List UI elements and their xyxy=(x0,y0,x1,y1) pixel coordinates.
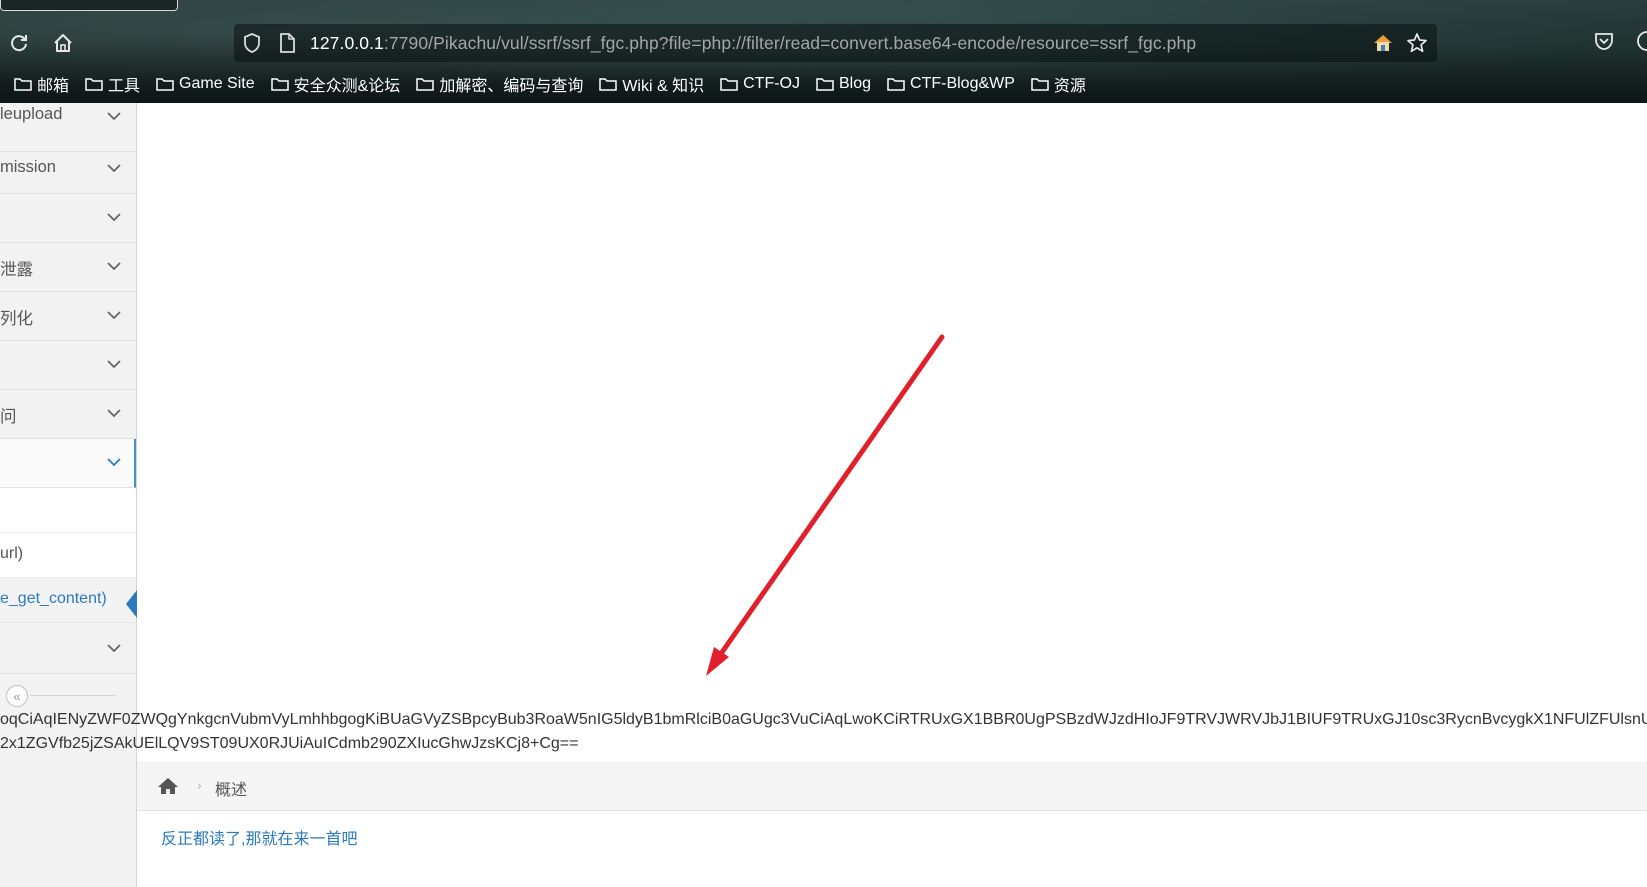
browser-chrome: 127.0.0.1:7790/Pikachu/vul/ssrf/ssrf_fgc… xyxy=(0,0,1647,103)
sidebar-item[interactable] xyxy=(0,194,136,243)
folder-icon xyxy=(816,78,834,91)
active-pointer xyxy=(126,590,137,618)
bookmark-folder[interactable]: CTF-OJ xyxy=(720,75,800,93)
chevron-down-icon xyxy=(107,360,121,369)
bookmark-label: CTF-Blog&WP xyxy=(910,75,1015,92)
breadcrumb-current[interactable]: 概述 xyxy=(215,776,247,800)
bookmark-folder[interactable]: Wiki & 知识 xyxy=(599,72,704,96)
sidebar-item-unserialize[interactable]: 列化 xyxy=(0,292,136,341)
bookmark-label: Game Site xyxy=(179,75,255,92)
url-host: 127.0.0.1 xyxy=(310,33,384,53)
chevron-right-icon: › xyxy=(197,777,202,793)
sidebar-item-info-leak[interactable]: 泄露 xyxy=(0,243,136,292)
bookmarks-bar: 邮箱 工具 Game Site 安全众测&论坛 加解密、编码与查询 Wiki &… xyxy=(14,72,1086,96)
bookmark-label: Blog xyxy=(838,75,872,92)
sidebar-item-permission[interactable]: mission xyxy=(0,145,136,194)
folder-icon xyxy=(270,78,289,91)
bookmark-folder[interactable]: 加解密、编码与查询 xyxy=(416,72,583,96)
home-icon xyxy=(54,34,72,52)
sidebar-item-ssrf[interactable] xyxy=(0,439,136,488)
sidebar-item-label: leupload xyxy=(0,105,63,123)
folder-icon xyxy=(599,78,618,91)
url-bar[interactable]: 127.0.0.1:7790/Pikachu/vul/ssrf/ssrf_fgc… xyxy=(234,24,1437,62)
chevron-down-icon xyxy=(107,262,121,271)
chevron-down-icon xyxy=(107,112,121,121)
chevron-down-icon xyxy=(107,458,121,467)
url-path: :7790/Pikachu/vul/ssrf/ssrf_fgc.php?file… xyxy=(383,33,1197,53)
pocket-icon[interactable] xyxy=(1593,30,1615,52)
home-button[interactable] xyxy=(48,28,78,58)
sidebar-item[interactable] xyxy=(0,625,136,674)
folder-icon xyxy=(85,78,103,91)
bookmark-label: CTF-OJ xyxy=(743,75,800,92)
sidebar-item-label: 列化 xyxy=(0,310,33,328)
bookmark-folder[interactable]: CTF-Blog&WP xyxy=(887,75,1015,93)
folder-icon xyxy=(156,78,174,91)
bookmark-star-icon[interactable] xyxy=(1406,32,1428,54)
homepage-badge-icon[interactable] xyxy=(1372,33,1394,53)
bookmark-folder[interactable]: 工具 xyxy=(85,72,140,96)
chevron-down-icon xyxy=(107,164,121,173)
folder-icon xyxy=(1031,78,1049,91)
bookmark-label: 工具 xyxy=(108,78,141,95)
reload-button[interactable] xyxy=(4,28,34,58)
account-icon[interactable] xyxy=(1636,30,1647,52)
bookmark-label: 资源 xyxy=(1053,78,1086,95)
sidebar-item-label: 问 xyxy=(0,408,17,426)
bookmark-folder[interactable]: 邮箱 xyxy=(14,72,69,96)
bookmark-folder[interactable]: 安全众测&论坛 xyxy=(270,72,401,96)
chevron-down-icon xyxy=(107,213,121,222)
breadcrumb: › 概述 xyxy=(137,761,1647,811)
base64-output: oqCiAqIENyZWF0ZWQgYnkgcnVubmVyLmhhbgogKi… xyxy=(0,708,1647,758)
reload-icon xyxy=(11,35,27,52)
sidebar-subitem-curl[interactable]: url) xyxy=(0,533,136,578)
sidebar-subitem-label: url) xyxy=(0,545,24,562)
page-icon[interactable] xyxy=(278,32,296,54)
collapse-sidebar-button[interactable]: « xyxy=(6,685,28,707)
bookmark-folder[interactable]: 资源 xyxy=(1031,72,1086,96)
output-line: oqCiAqIENyZWF0ZWQgYnkgcnVubmVyLmhhbgogKi… xyxy=(0,711,1647,728)
chevron-down-icon xyxy=(107,644,121,653)
bookmark-label: Wiki & 知识 xyxy=(622,78,705,95)
url-text[interactable]: 127.0.0.1:7790/Pikachu/vul/ssrf/ssrf_fgc… xyxy=(310,33,1196,54)
poem-link[interactable]: 反正都读了,那就在来一首吧 xyxy=(161,825,357,849)
folder-icon xyxy=(887,78,905,91)
browser-tab[interactable] xyxy=(0,0,178,11)
shield-icon[interactable] xyxy=(242,32,262,54)
bookmark-label: 邮箱 xyxy=(37,78,70,95)
sidebar-subitem-label: e_get_content) xyxy=(0,590,107,607)
folder-icon xyxy=(14,78,32,91)
home-icon[interactable] xyxy=(157,776,179,796)
chevron-down-icon xyxy=(107,311,121,320)
sidebar-item-access[interactable]: 问 xyxy=(0,390,136,439)
bookmark-folder[interactable]: Game Site xyxy=(156,75,255,93)
bookmark-label: 安全众测&论坛 xyxy=(293,78,401,95)
sidebar-subitem-file-get-content[interactable]: e_get_content) xyxy=(0,578,137,623)
sidebar-subitem-overview[interactable] xyxy=(0,488,136,533)
chevron-down-icon xyxy=(107,409,121,418)
output-line: 2x1ZGVfb25jZSAkUElLQV9ST09UX0RJUiAuICdmb… xyxy=(0,735,579,752)
bookmark-label: 加解密、编码与查询 xyxy=(439,78,584,95)
divider xyxy=(30,695,116,696)
sidebar-item-label: 泄露 xyxy=(0,261,33,279)
double-chevron-left-icon: « xyxy=(13,688,21,704)
bookmark-folder[interactable]: Blog xyxy=(816,75,871,93)
folder-icon xyxy=(720,78,738,91)
sidebar-item[interactable] xyxy=(0,341,136,390)
folder-icon xyxy=(416,78,435,91)
sidebar-item-label: mission xyxy=(0,158,56,176)
sidebar: leupload mission 泄露 列化 问 url) e_get_cont… xyxy=(0,103,137,887)
